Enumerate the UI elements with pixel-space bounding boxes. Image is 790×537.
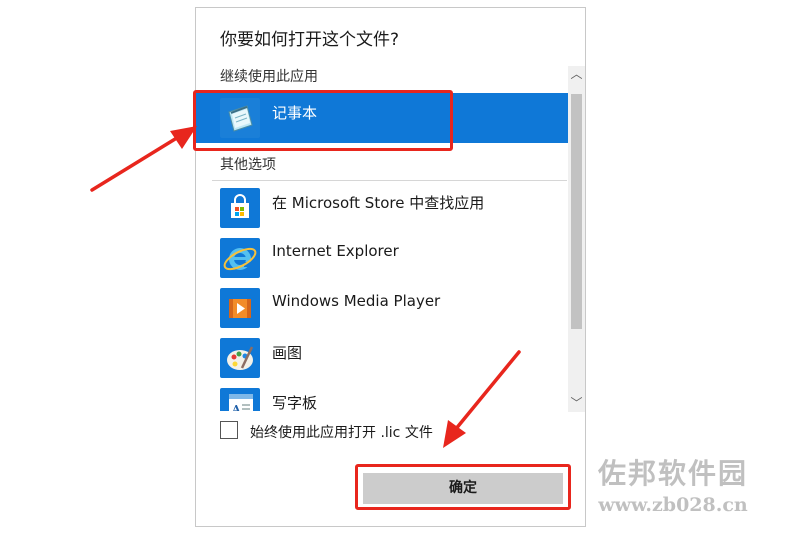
scroll-down-icon[interactable]: ﹀ bbox=[568, 395, 585, 412]
other-apps-list[interactable]: 在 Microsoft Store 中查找应用 Internet Explore… bbox=[196, 180, 571, 411]
scroll-up-icon[interactable]: ︿ bbox=[568, 66, 585, 83]
app-item-internet-explorer[interactable]: Internet Explorer bbox=[196, 233, 571, 283]
svg-text:A: A bbox=[231, 403, 241, 411]
site-watermark: 佐邦软件园 www.zb028.cn bbox=[578, 452, 768, 516]
media-player-icon bbox=[220, 288, 260, 328]
watermark-name: 佐邦软件园 bbox=[597, 457, 748, 490]
ok-button-highlight-box bbox=[355, 464, 571, 510]
continue-section-label: 继续使用此应用 bbox=[220, 69, 318, 85]
app-label: 画图 bbox=[272, 344, 303, 362]
dialog-title: 你要如何打开这个文件? bbox=[220, 30, 400, 50]
scroll-thumb[interactable] bbox=[571, 94, 582, 329]
app-label: 在 Microsoft Store 中查找应用 bbox=[272, 194, 485, 212]
app-list-scrollbar[interactable]: ︿ ﹀ bbox=[568, 66, 585, 412]
watermark-url: www.zb028.cn bbox=[598, 494, 748, 516]
always-use-label[interactable]: 始终使用此应用打开 .lic 文件 bbox=[250, 422, 433, 442]
app-item-store[interactable]: 在 Microsoft Store 中查找应用 bbox=[196, 183, 571, 233]
wordpad-icon: A bbox=[220, 388, 260, 411]
app-item-wordpad[interactable]: A 写字板 bbox=[196, 383, 571, 411]
app-item-media-player[interactable]: Windows Media Player bbox=[196, 283, 571, 333]
open-with-dialog: 你要如何打开这个文件? 继续使用此应用 记事本 其他选项 在 Microsoft… bbox=[195, 7, 586, 527]
always-use-checkbox[interactable] bbox=[220, 421, 238, 439]
store-icon bbox=[220, 188, 260, 228]
arrow-to-notepad bbox=[90, 126, 197, 192]
app-label: 写字板 bbox=[272, 394, 318, 411]
app-item-paint[interactable]: 画图 bbox=[196, 333, 571, 383]
paint-icon bbox=[220, 338, 260, 378]
app-label: Internet Explorer bbox=[272, 242, 399, 260]
other-section-label: 其他选项 bbox=[220, 157, 276, 173]
notepad-highlight-box bbox=[193, 90, 453, 151]
internet-explorer-icon bbox=[220, 238, 260, 278]
app-label: Windows Media Player bbox=[272, 292, 441, 310]
